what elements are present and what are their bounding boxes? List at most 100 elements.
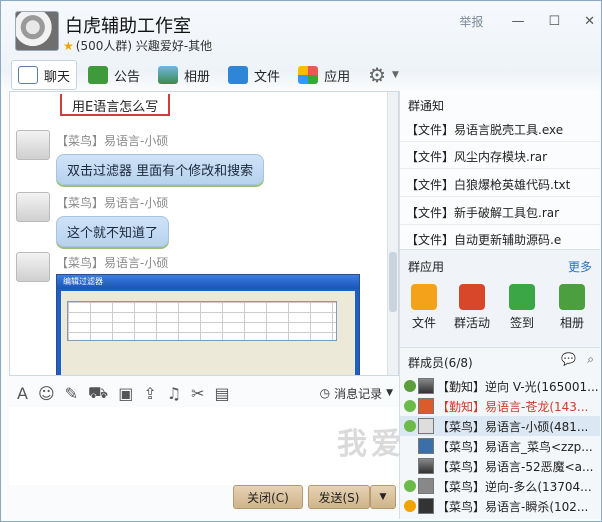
app-activity[interactable]: 群活动 xyxy=(450,284,494,331)
search-icon[interactable]: ⌕ xyxy=(587,352,594,367)
message-image[interactable]: 编辑过滤器 xyxy=(56,274,360,375)
notice-item[interactable]: 【文件】新手破解工具包.rar xyxy=(406,204,559,221)
settings-menu[interactable]: ⚙ ▼ xyxy=(361,60,406,90)
message-bubble: 双击过滤器 里面有个修改和搜索 xyxy=(56,154,265,185)
report-link[interactable]: 举报 xyxy=(459,13,483,30)
member-name: 【菜鸟】易语言-瞬杀(102... xyxy=(437,499,589,514)
message-bubble: 这个就不知道了 xyxy=(56,216,170,247)
member-list[interactable]: 群成员(6/8) 💬 ⌕ 【勤知】逆向 V-光(165001... 【勤知】易语… xyxy=(400,347,600,519)
member-name: 【菜鸟】易语言_菜鸟<zzp... xyxy=(437,439,593,454)
app-checkin[interactable]: 签到 xyxy=(500,284,544,331)
divider xyxy=(400,141,600,142)
status-icon xyxy=(404,440,416,452)
notice-item[interactable]: 【文件】自动更新辅助源码.e xyxy=(406,231,561,248)
chat-history[interactable]: 用E语言怎么写 【菜鸟】易语言-小硕 双击过滤器 里面有个修改和搜索 【菜鸟】易… xyxy=(9,91,399,376)
tab-apps-label: 应用 xyxy=(324,69,351,85)
flag-icon xyxy=(88,66,109,84)
member-name: 【勤知】易语言-苍龙(143... xyxy=(437,399,589,414)
checkmark-icon xyxy=(509,284,535,310)
image-window-pane xyxy=(61,291,355,375)
scroll-thumb[interactable] xyxy=(389,252,397,312)
avatar[interactable] xyxy=(16,252,50,282)
notice-item[interactable]: 【文件】风尘内存模块.rar xyxy=(406,148,547,165)
member-name: 【菜鸟】易语言-小硕(481... xyxy=(437,419,589,434)
message-bubble-partial: 用E语言怎么写 xyxy=(60,94,171,116)
notice-title: 群通知 xyxy=(408,99,445,113)
notice-item[interactable]: 【文件】白狼爆枪英雄代码.txt xyxy=(406,176,570,193)
divider xyxy=(400,168,600,169)
more-link[interactable]: 更多 xyxy=(568,258,592,275)
member-name: 【菜鸟】易语言-52恶魔<a... xyxy=(437,459,594,474)
folder-icon xyxy=(411,284,437,310)
close-icon[interactable]: ✕ xyxy=(584,14,595,29)
tab-apps[interactable]: 应用 xyxy=(291,60,357,90)
star-icon: ★ xyxy=(63,39,74,53)
avatar xyxy=(418,498,434,514)
photo-icon xyxy=(158,66,179,84)
list-item[interactable]: 【勤知】逆向 V-光(165001... xyxy=(400,376,600,396)
status-icon xyxy=(404,420,416,432)
chat-bubbles-icon[interactable]: 💬 xyxy=(561,352,576,366)
list-item[interactable]: 【菜鸟】易语言_菜鸟<zzp... xyxy=(400,436,600,456)
font-icon[interactable]: A xyxy=(17,384,28,403)
divider xyxy=(400,196,600,197)
gift-icon[interactable]: ⛟ xyxy=(88,383,108,404)
tab-album-label: 相册 xyxy=(184,69,211,85)
chevron-down-icon: ▼ xyxy=(392,70,399,80)
list-item[interactable]: 【菜鸟】逆向-多么(13704... xyxy=(400,476,600,496)
group-chat-window: 白虎辅助工作室 ★ (500人群) 兴趣爱好-其他 举报 — ☐ ✕ 聊天 公告 … xyxy=(0,0,602,522)
send-button[interactable]: 发送(S) xyxy=(308,485,370,509)
avatar xyxy=(418,418,434,434)
app-files[interactable]: 文件 xyxy=(402,284,446,331)
group-avatar[interactable] xyxy=(15,11,59,51)
send-options-button[interactable]: ▼ xyxy=(370,485,396,509)
history-button[interactable]: ◷ 消息记录 ▼ xyxy=(320,385,393,402)
list-item[interactable]: 【勤知】易语言-苍龙(143... xyxy=(400,396,600,416)
tab-album[interactable]: 相册 xyxy=(151,60,217,90)
minimize-icon[interactable]: — xyxy=(511,14,524,29)
crown-icon xyxy=(404,500,416,512)
chat-scrollbar[interactable] xyxy=(387,92,398,375)
group-subline: ★ (500人群) 兴趣爱好-其他 xyxy=(63,37,212,54)
more-tools-icon[interactable]: ▤ xyxy=(214,384,229,403)
avatar xyxy=(418,478,434,494)
apps-icon xyxy=(298,66,319,84)
avatar[interactable] xyxy=(16,192,50,222)
apps-title: 群应用 xyxy=(408,260,445,274)
app-album[interactable]: 相册 xyxy=(550,284,594,331)
app-label: 文件 xyxy=(411,316,436,330)
avatar xyxy=(418,458,434,474)
app-label: 签到 xyxy=(509,316,534,330)
close-button[interactable]: 关闭(C) xyxy=(233,485,303,509)
notice-item[interactable]: 【文件】易语言脱壳工具.exe xyxy=(406,121,563,138)
emoji-icon[interactable]: ☺ xyxy=(38,384,55,403)
main-toolbar: 聊天 公告 相册 文件 应用 ⚙ ▼ xyxy=(11,59,406,91)
list-item[interactable]: 【菜鸟】易语言-小硕(481... xyxy=(400,416,600,436)
list-item[interactable]: 【菜鸟】易语言-瞬杀(102... xyxy=(400,496,600,516)
input-toolbar: A ☺ ✎ ⛟ ▣ ⇪ ♫ ✂ ▤ ◷ 消息记录 ▼ xyxy=(9,379,399,407)
members-title: 群成员(6/8) xyxy=(408,356,473,370)
upload-icon[interactable]: ⇪ xyxy=(143,384,156,403)
group-apps: 群应用 更多 文件 群活动 签到 相册 xyxy=(400,249,600,347)
avatar[interactable] xyxy=(16,130,50,160)
tab-chat[interactable]: 聊天 xyxy=(11,60,78,90)
member-name: 【菜鸟】逆向-多么(13704... xyxy=(437,479,592,494)
maximize-icon[interactable]: ☐ xyxy=(548,14,560,29)
gear-icon: ⚙ xyxy=(368,63,387,87)
chat-icon xyxy=(18,66,38,84)
scissors-icon[interactable]: ✂ xyxy=(191,384,204,403)
list-item[interactable]: 【菜鸟】易语言-52恶魔<a... xyxy=(400,456,600,476)
image-icon[interactable]: ▣ xyxy=(118,384,133,403)
tab-files[interactable]: 文件 xyxy=(221,60,287,90)
nudge-icon[interactable]: ✎ xyxy=(65,384,78,403)
avatar xyxy=(418,378,434,394)
tab-chat-label: 聊天 xyxy=(44,69,71,85)
message-sender: 【菜鸟】易语言-小硕 xyxy=(56,196,169,210)
chevron-down-icon: ▼ xyxy=(379,492,387,502)
status-icon xyxy=(404,380,416,392)
tab-announce[interactable]: 公告 xyxy=(81,60,147,90)
music-icon[interactable]: ♫ xyxy=(167,384,181,403)
chevron-down-icon: ▼ xyxy=(386,388,393,398)
divider xyxy=(400,224,600,225)
status-icon xyxy=(404,480,416,492)
